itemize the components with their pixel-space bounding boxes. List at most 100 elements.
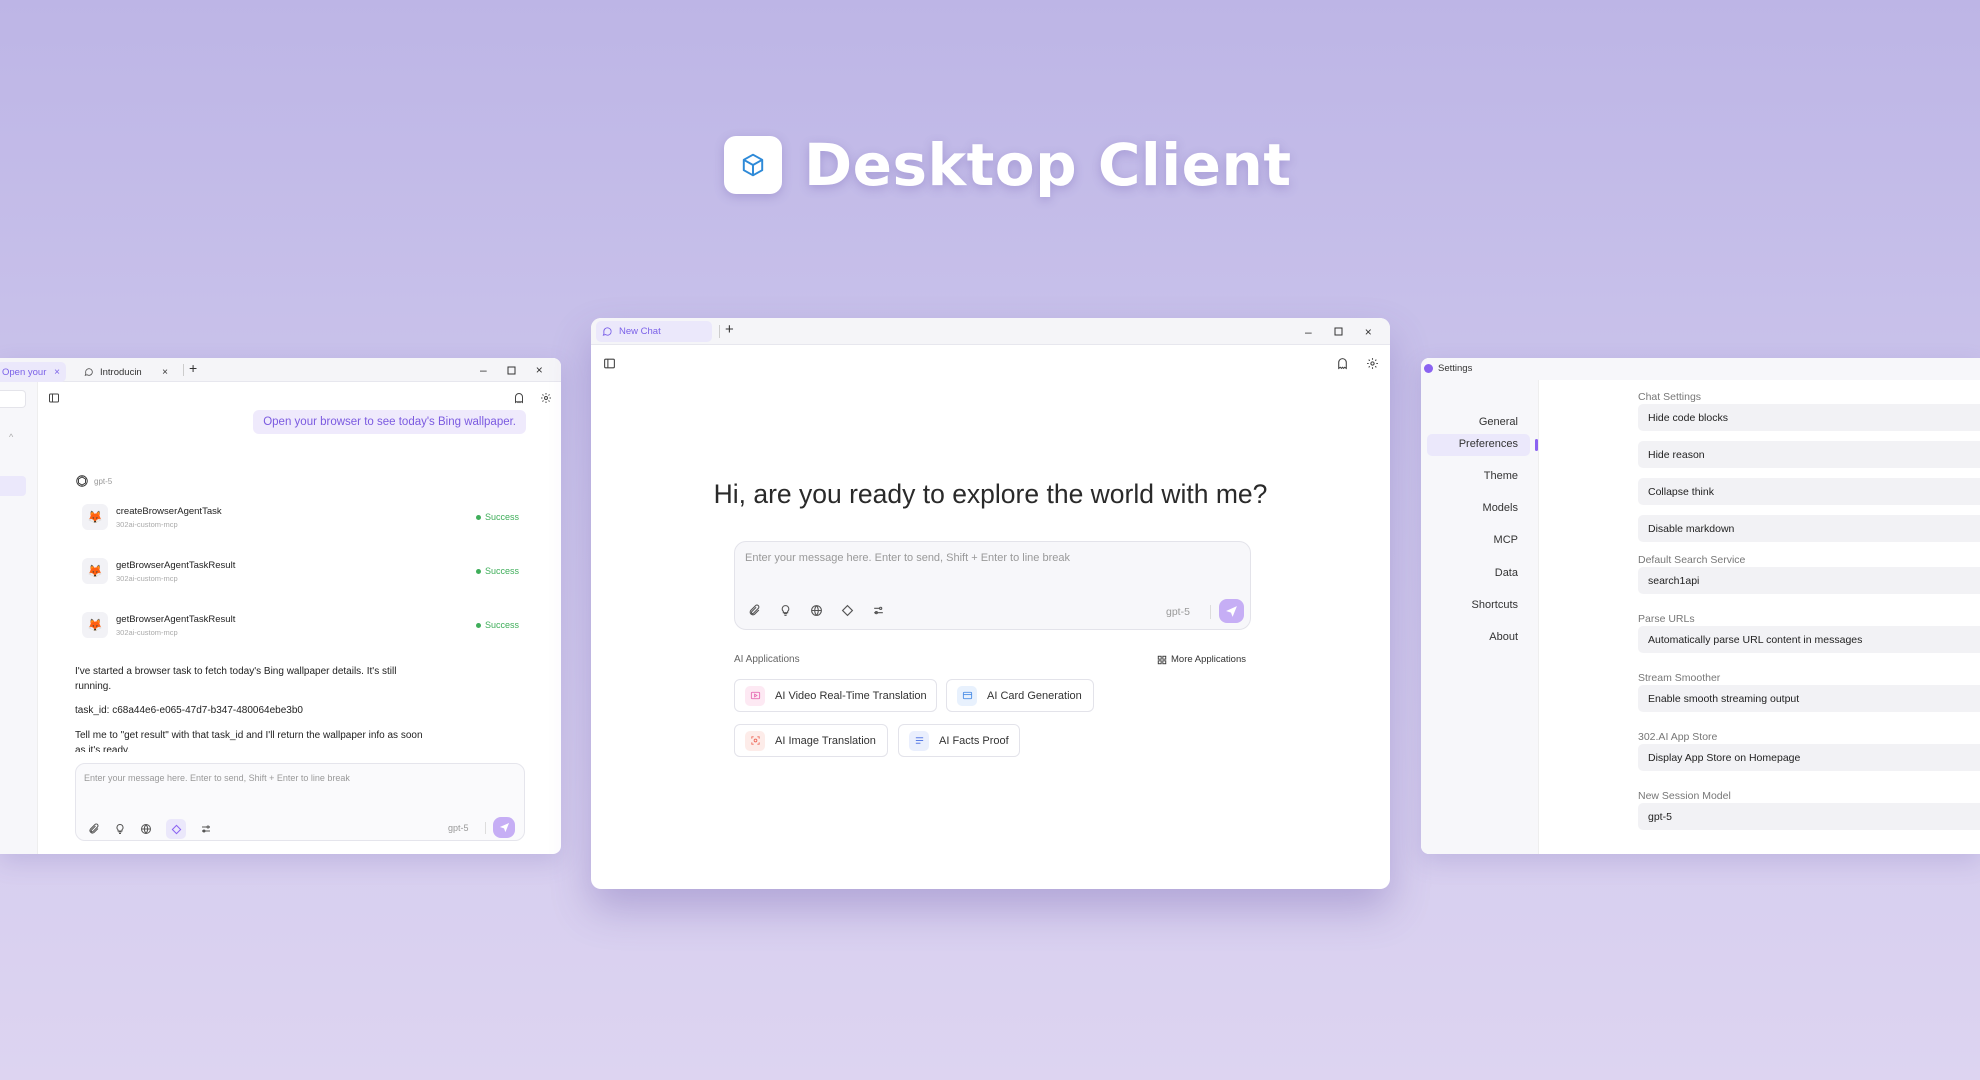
paperclip-icon[interactable] — [88, 823, 100, 835]
close-icon[interactable]: × — [162, 367, 168, 378]
tool-server: 302ai-custom-mcp — [116, 627, 178, 637]
nav-item-shortcuts[interactable]: Shortcuts — [1472, 599, 1518, 611]
sidebar-search[interactable] — [0, 390, 26, 408]
fox-icon: 🦊 — [82, 558, 108, 584]
tab-divider — [183, 364, 184, 376]
tool-name: getBrowserAgentTaskResult — [116, 559, 236, 571]
stream-smoother-toggle[interactable]: Enable smooth streaming output — [1638, 685, 1980, 712]
new-tab-button[interactable]: + — [189, 360, 197, 376]
tab-divider — [719, 325, 720, 338]
globe-icon[interactable] — [140, 823, 152, 835]
fox-icon: 🦊 — [82, 504, 108, 530]
tool-call-row[interactable]: 🦊 createBrowserAgentTask 302ai-custom-mc… — [82, 500, 519, 534]
title-bar: Settings — [1421, 358, 1980, 380]
close-icon[interactable]: × — [54, 367, 60, 378]
sidebar-item-active[interactable] — [0, 476, 26, 496]
session-model-select[interactable]: gpt-5 — [1638, 803, 1980, 830]
input-toolbar — [748, 604, 885, 617]
maximize-icon[interactable] — [1334, 327, 1343, 336]
image-translate-icon — [745, 730, 765, 751]
divider — [1210, 605, 1211, 619]
status-badge: Success — [475, 620, 519, 630]
close-window-icon[interactable]: × — [536, 363, 543, 377]
sidebar-toggle-icon[interactable] — [601, 355, 617, 371]
message-input[interactable]: Enter your message here. Enter to send, … — [734, 541, 1251, 630]
lightbulb-icon[interactable] — [114, 823, 126, 835]
ghost-icon[interactable] — [1334, 355, 1350, 371]
tool-call-row[interactable]: 🦊 getBrowserAgentTaskResult 302ai-custom… — [82, 608, 519, 642]
mcp-icon[interactable] — [841, 604, 854, 617]
globe-icon[interactable] — [810, 604, 823, 617]
sidebar-toggle-icon[interactable] — [47, 391, 61, 405]
lightbulb-icon[interactable] — [779, 604, 792, 617]
nav-item-models[interactable]: Models — [1483, 502, 1518, 514]
maximize-icon[interactable] — [507, 366, 516, 375]
send-button[interactable] — [493, 817, 515, 838]
gear-icon[interactable] — [1364, 355, 1380, 371]
setting-hide-code-blocks[interactable]: Hide code blocks — [1638, 404, 1980, 431]
window-controls: – × — [1305, 318, 1372, 345]
assistant-model-row: gpt-5 — [75, 474, 112, 488]
model-selector[interactable]: gpt-5 — [448, 823, 469, 833]
app-label: AI Image Translation — [775, 734, 876, 747]
tab-introducin[interactable]: Introducin × — [78, 362, 174, 382]
app-icon — [1424, 364, 1433, 373]
settings-nav: General Preferences Theme Models MCP Dat… — [1421, 380, 1539, 854]
search-service-select[interactable]: search1api — [1638, 567, 1980, 594]
parse-urls-toggle[interactable]: Automatically parse URL content in messa… — [1638, 626, 1980, 653]
setting-disable-markdown[interactable]: Disable markdown — [1638, 515, 1980, 542]
nav-item-about[interactable]: About — [1489, 631, 1518, 643]
search-service-label: Default Search Service — [1638, 554, 1746, 566]
app-card-image-translation[interactable]: AI Image Translation — [734, 724, 888, 757]
window-controls: – × — [480, 358, 543, 382]
tab-open-your[interactable]: Open your × — [0, 362, 66, 382]
tool-call-row[interactable]: 🦊 getBrowserAgentTaskResult 302ai-custom… — [82, 554, 519, 588]
reply-line: running. — [75, 681, 112, 692]
send-button[interactable] — [1219, 599, 1244, 623]
nav-item-data[interactable]: Data — [1495, 567, 1518, 579]
window-title: Settings — [1438, 363, 1473, 374]
nav-item-theme[interactable]: Theme — [1484, 470, 1518, 482]
assistant-reply: I've started a browser task to fetch tod… — [75, 664, 475, 694]
app-card-video-translation[interactable]: AI Video Real-Time Translation — [734, 679, 937, 712]
message-input[interactable]: Enter your message here. Enter to send, … — [75, 763, 525, 841]
more-applications-link[interactable]: More Applications — [1157, 654, 1246, 665]
mcp-icon[interactable] — [166, 819, 186, 839]
minimize-icon[interactable]: – — [480, 363, 487, 377]
sidebar: ^ — [0, 382, 38, 854]
user-message: Open your browser to see today's Bing wa… — [253, 410, 526, 434]
nav-item-mcp[interactable]: MCP — [1494, 534, 1518, 546]
tab-new-chat[interactable]: New Chat — [596, 321, 712, 342]
chat-bubble-icon — [84, 367, 94, 377]
minimize-icon[interactable]: – — [1305, 325, 1312, 339]
tools-icon[interactable] — [872, 604, 885, 617]
app-store-toggle[interactable]: Display App Store on Homepage — [1638, 744, 1980, 771]
paperclip-icon[interactable] — [748, 604, 761, 617]
chevron-up-icon[interactable]: ^ — [9, 432, 13, 442]
gear-icon[interactable] — [539, 391, 553, 405]
app-card-card-generation[interactable]: AI Card Generation — [946, 679, 1094, 712]
reply-line: Tell me to "get result" with that task_i… — [75, 730, 423, 741]
cube-icon — [724, 136, 782, 194]
settings-window: Settings General Preferences Theme Model… — [1421, 358, 1980, 854]
ghost-icon[interactable] — [512, 391, 526, 405]
setting-hide-reason[interactable]: Hide reason — [1638, 441, 1980, 468]
nav-item-preferences[interactable]: Preferences — [1459, 438, 1518, 450]
tab-label: New Chat — [619, 326, 661, 337]
model-selector[interactable]: gpt-5 — [1166, 606, 1190, 618]
app-label: AI Facts Proof — [939, 734, 1009, 747]
tools-icon[interactable] — [200, 823, 212, 835]
title-bar: New Chat + – × — [591, 318, 1390, 345]
app-card-facts-proof[interactable]: AI Facts Proof — [898, 724, 1020, 757]
task-id-line: task_id: c68a44e6-e065-47d7-b347-480064e… — [75, 705, 303, 716]
nav-active-indicator — [1535, 439, 1538, 451]
setting-collapse-think[interactable]: Collapse think — [1638, 478, 1980, 505]
new-tab-button[interactable]: + — [725, 321, 734, 338]
more-applications-label: More Applications — [1171, 654, 1246, 665]
tab-label: Introducin — [100, 366, 142, 378]
chat-window-left: Open your × Introducin × + – × ^ Open yo… — [0, 358, 561, 854]
model-name: gpt-5 — [94, 476, 113, 486]
close-window-icon[interactable]: × — [1365, 325, 1372, 339]
nav-item-general[interactable]: General — [1479, 416, 1518, 428]
greeting-heading: Hi, are you ready to explore the world w… — [713, 479, 1268, 509]
